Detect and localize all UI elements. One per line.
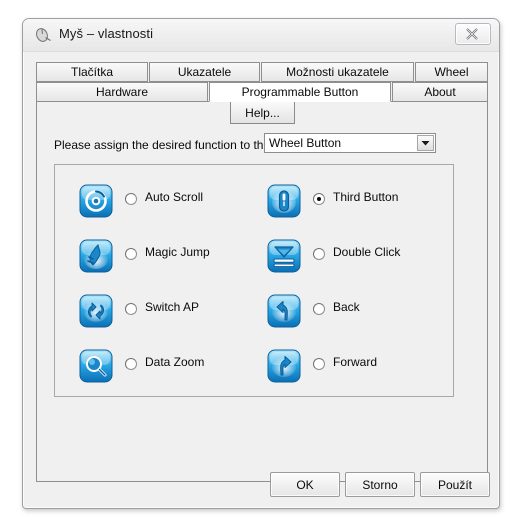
ok-button[interactable]: OK [270, 472, 340, 497]
radio-third-button[interactable] [313, 193, 325, 205]
option-magic-jump[interactable]: Magic Jump [79, 236, 269, 282]
tab-label: Ukazatele [177, 65, 232, 79]
option-third-button[interactable]: Third Button [267, 181, 457, 227]
chevron-down-icon[interactable] [417, 135, 434, 151]
tab-hardware[interactable]: Hardware [36, 82, 208, 102]
option-label: Magic Jump [145, 245, 210, 259]
button-select-dropdown[interactable]: Wheel Button [264, 133, 436, 153]
close-button[interactable] [455, 23, 491, 45]
tab-row-1: Tlačítka Ukazatele Možnosti ukazatele Wh… [36, 62, 488, 82]
button-label: Storno [362, 477, 398, 492]
auto-scroll-icon [79, 184, 113, 218]
tab-strip: Tlačítka Ukazatele Možnosti ukazatele Wh… [36, 62, 488, 102]
tab-label: Programmable Button [241, 85, 359, 99]
tab-about[interactable]: About [392, 82, 488, 102]
data-zoom-icon [79, 349, 113, 383]
option-forward[interactable]: Forward [267, 346, 457, 392]
mouse-icon [35, 27, 52, 43]
third-button-icon [267, 184, 301, 218]
tab-label: About [424, 85, 456, 99]
option-label: Data Zoom [145, 355, 205, 369]
tab-label: Hardware [95, 85, 149, 99]
option-double-click[interactable]: Double Click [267, 236, 457, 282]
tab-wheel[interactable]: Wheel [415, 62, 488, 82]
option-auto-scroll[interactable]: Auto Scroll [79, 181, 269, 227]
radio-switch-ap[interactable] [125, 303, 137, 315]
option-back[interactable]: Back [267, 291, 457, 337]
button-label: OK [296, 477, 314, 492]
option-label: Third Button [333, 190, 399, 204]
tab-programmable-button[interactable]: Programmable Button [209, 82, 391, 102]
tab-ukazatele[interactable]: Ukazatele [149, 62, 260, 82]
option-label: Double Click [333, 245, 401, 259]
window-title: Myš – vlastnosti [59, 26, 154, 41]
tab-label: Tlačítka [70, 65, 113, 79]
option-label: Switch AP [145, 300, 200, 314]
radio-back[interactable] [313, 303, 325, 315]
radio-magic-jump[interactable] [125, 248, 137, 260]
help-button-label: Help... [245, 105, 280, 120]
double-click-icon [267, 239, 301, 273]
option-data-zoom[interactable]: Data Zoom [79, 346, 269, 392]
forward-icon [267, 349, 301, 383]
option-label: Forward [333, 355, 378, 369]
radio-data-zoom[interactable] [125, 358, 137, 370]
client-area: Tlačítka Ukazatele Možnosti ukazatele Wh… [23, 51, 499, 508]
cancel-button[interactable]: Storno [345, 472, 415, 497]
radio-double-click[interactable] [313, 248, 325, 260]
assign-instruction-label: Please assign the desired function to th… [54, 138, 271, 152]
apply-button[interactable]: Použít [420, 472, 490, 497]
option-label: Back [333, 300, 360, 314]
switch-ap-icon [79, 294, 113, 328]
title-bar: Myš – vlastnosti [23, 19, 499, 52]
dropdown-selected-value: Wheel Button [269, 136, 342, 150]
tab-tlacitka[interactable]: Tlačítka [36, 62, 148, 82]
help-button[interactable]: Help... [230, 101, 295, 124]
tab-label: Možnosti ukazatele [286, 65, 389, 79]
function-options-group: Auto Scroll Magic Jump Switch AP Data Zo… [54, 164, 454, 397]
tab-page-programmable-button: Help... Please assign the desired functi… [36, 101, 488, 482]
mouse-properties-window: Myš – vlastnosti Tlačítka Ukazatele Možn… [22, 18, 500, 509]
radio-dot [317, 197, 321, 201]
option-label: Auto Scroll [145, 190, 204, 204]
radio-auto-scroll[interactable] [125, 193, 137, 205]
close-icon [466, 28, 478, 40]
radio-forward[interactable] [313, 358, 325, 370]
tab-label: Wheel [434, 65, 469, 79]
tab-moznosti-ukazatele[interactable]: Možnosti ukazatele [261, 62, 414, 82]
option-switch-ap[interactable]: Switch AP [79, 291, 269, 337]
back-icon [267, 294, 301, 328]
tab-row-2: Hardware Programmable Button About [36, 82, 488, 102]
magic-jump-icon [79, 239, 113, 273]
dialog-footer: OK Storno Použít [23, 460, 499, 508]
button-label: Použít [437, 477, 473, 492]
